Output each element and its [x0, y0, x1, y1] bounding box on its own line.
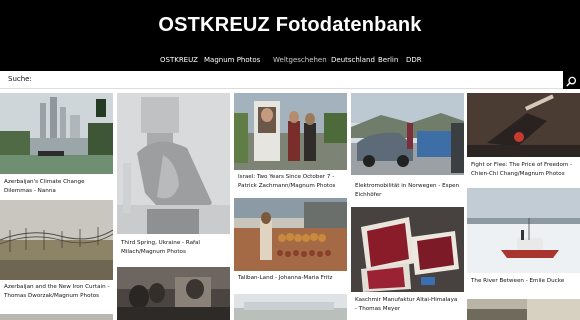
photo-card[interactable]: Kaschmir Manufaktur Altai-Himalaya - Tho…: [351, 207, 464, 320]
photo-thumbnail: [467, 93, 580, 157]
photo-grid: Azerbaijan's Climate Change Dilemmas - N…: [0, 91, 580, 320]
nav-item-berlin[interactable]: Berlin: [378, 56, 398, 64]
nav-item-ostkreuz[interactable]: OSTKREUZ: [160, 56, 198, 64]
photo-thumbnail: [0, 314, 113, 320]
photo-card[interactable]: [467, 299, 580, 320]
photo-card[interactable]: Azerbaijan and the New Iron Curtain - Th…: [0, 200, 113, 312]
photo-card[interactable]: Taliban-Land - Johanna-Maria Fritz: [234, 198, 347, 290]
search-icon: [566, 74, 577, 87]
photo-thumbnail: [351, 93, 464, 175]
photo-card[interactable]: [117, 267, 230, 320]
photo-caption: Taliban-Land - Johanna-Maria Fritz: [238, 275, 333, 281]
photo-card[interactable]: [0, 314, 113, 320]
nav-item-deutschland[interactable]: Deutschland: [331, 56, 375, 64]
search-label: Suche:: [8, 75, 32, 83]
photo-caption: Azerbaijan's Climate Change Dilemmas - N…: [4, 179, 85, 194]
nav-item-magnum-photos[interactable]: Magnum Photos: [204, 56, 260, 64]
photo-caption: The River Between - Emile Ducke: [471, 278, 565, 284]
photo-thumbnail: [351, 207, 464, 292]
nav-item-weltgeschehen[interactable]: Weltgeschehen: [273, 56, 327, 64]
photo-caption: Kaschmir Manufaktur Altai-Himalaya - Tho…: [355, 297, 458, 312]
site-title[interactable]: OSTKREUZ Fotodatenbank: [0, 14, 580, 37]
photo-caption: Elektromobilität in Norwegen - Espen Eic…: [355, 183, 460, 198]
photo-card[interactable]: Third Spring, Ukraine - Rafal Milach/Mag…: [117, 93, 230, 263]
photo-thumbnail: [0, 200, 113, 280]
photo-card[interactable]: Fight or Flee: The Price of Freedom - Ch…: [467, 93, 580, 184]
search-button[interactable]: [563, 71, 580, 89]
photo-card[interactable]: [234, 294, 347, 320]
photo-caption: Fight or Flee: The Price of Freedom - Ch…: [471, 162, 573, 177]
photo-caption: Israel: Two Years Since October 7 - Patr…: [238, 174, 336, 189]
photo-thumbnail: [467, 188, 580, 273]
photo-thumbnail: [117, 267, 230, 320]
photo-thumbnail: [234, 198, 347, 271]
photo-thumbnail: [234, 294, 347, 320]
photo-card[interactable]: Elektromobilität in Norwegen - Espen Eic…: [351, 93, 464, 200]
photo-thumbnail: [117, 93, 230, 234]
photo-caption: Third Spring, Ukraine - Rafal Milach/Mag…: [121, 240, 200, 255]
photo-card[interactable]: Azerbaijan's Climate Change Dilemmas - N…: [0, 93, 113, 197]
nav-item-ddr[interactable]: DDR: [406, 56, 422, 64]
photo-card[interactable]: The River Between - Emile Ducke: [467, 188, 580, 296]
search-bar: Suche:: [0, 71, 580, 89]
photo-thumbnail: [0, 93, 113, 174]
search-input[interactable]: [32, 73, 558, 87]
photo-thumbnail: [467, 299, 580, 320]
photo-card[interactable]: Israel: Two Years Since October 7 - Patr…: [234, 93, 347, 196]
main-nav: OSTKREUZ Magnum Photos Weltgeschehen Deu…: [0, 48, 580, 71]
photo-thumbnail: [234, 93, 347, 170]
photo-caption: Azerbaijan and the New Iron Curtain - Th…: [4, 284, 110, 299]
